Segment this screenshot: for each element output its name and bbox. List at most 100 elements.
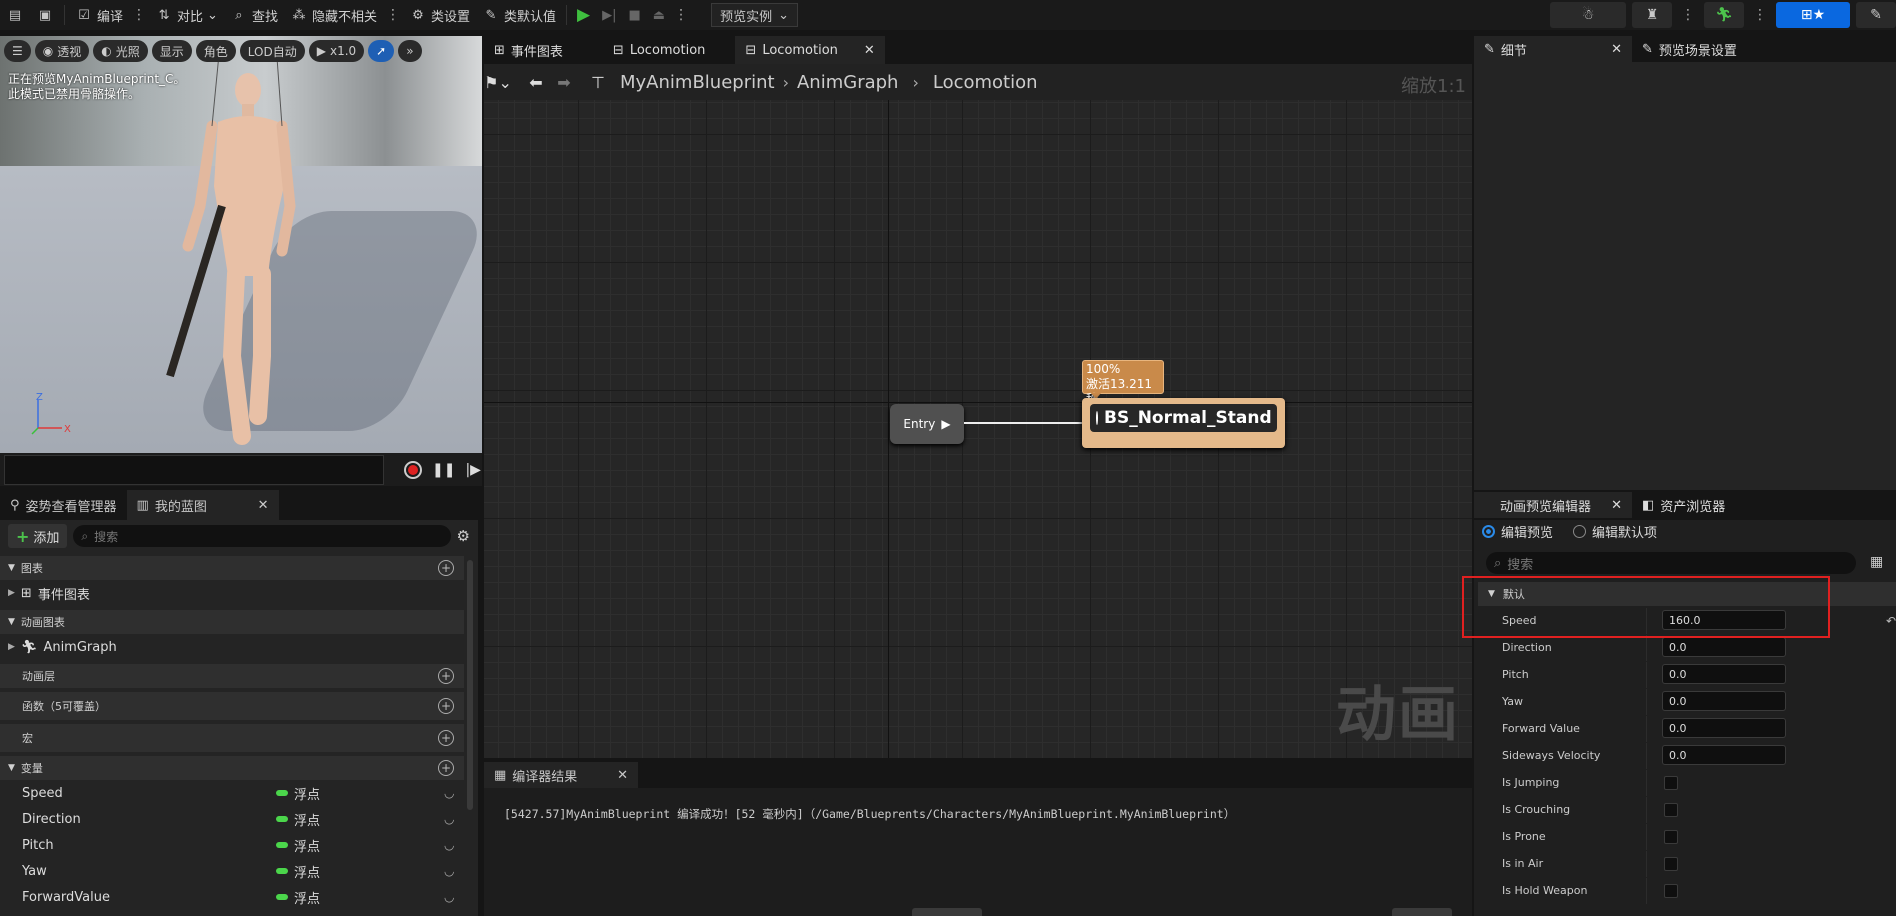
- lighting-button[interactable]: ◐ 光照: [93, 40, 148, 62]
- hide-options-icon[interactable]: ⋮: [383, 7, 403, 23]
- tab-my-blueprint[interactable]: ▥ 我的蓝图 ✕: [126, 490, 279, 520]
- back-arrow-icon[interactable]: ⬅: [522, 73, 550, 92]
- property-checkbox[interactable]: [1664, 830, 1678, 844]
- page-button[interactable]: [912, 908, 982, 916]
- tab-locomotion-2[interactable]: ⊟ Locomotion ✕: [735, 36, 885, 64]
- eject-button[interactable]: ⏏: [647, 2, 671, 28]
- variable-type[interactable]: 浮点: [276, 810, 320, 829]
- entry-node[interactable]: Entry ▶: [890, 404, 964, 444]
- variable-type[interactable]: 浮点: [276, 888, 320, 907]
- compile-button[interactable]: ☑ 编译: [69, 2, 129, 28]
- property-value-input[interactable]: 0.0: [1662, 718, 1786, 738]
- property-checkbox[interactable]: [1664, 857, 1678, 871]
- scrollbar[interactable]: [467, 560, 473, 810]
- playback-speed-button[interactable]: ▶ x1.0: [308, 40, 365, 62]
- class-settings-button[interactable]: ⚙ 类设置: [403, 2, 476, 28]
- tab-details[interactable]: ✎ 细节 ✕: [1474, 36, 1632, 62]
- variable-row[interactable]: Yaw 浮点 ◡: [0, 858, 464, 884]
- variable-row[interactable]: ForwardValue 浮点 ◡: [0, 884, 464, 910]
- section-macros[interactable]: 宏 +: [0, 724, 464, 752]
- forward-arrow-icon[interactable]: ➡: [550, 73, 578, 92]
- lod-button[interactable]: LOD自动: [239, 40, 305, 62]
- stop-button[interactable]: ■: [622, 2, 646, 28]
- save-button[interactable]: ▤: [0, 2, 30, 28]
- property-value-input[interactable]: 0.0: [1662, 745, 1786, 765]
- property-checkbox[interactable]: [1664, 776, 1678, 790]
- hierarchy-icon[interactable]: ⊤: [584, 73, 612, 92]
- record-button[interactable]: [404, 460, 422, 479]
- play-button[interactable]: ▶: [571, 2, 596, 28]
- browse-button[interactable]: ▣: [30, 2, 60, 28]
- variable-type[interactable]: 浮点: [276, 784, 320, 803]
- perspective-button[interactable]: ◉ 透视: [34, 40, 90, 62]
- viewport-menu-button[interactable]: ☰: [4, 40, 31, 62]
- play-options-icon[interactable]: ⋮: [671, 7, 691, 23]
- variable-type[interactable]: 浮点: [276, 862, 320, 881]
- preview-instance-dropdown[interactable]: 预览实例 ⌄: [711, 3, 798, 27]
- hide-unrelated-button[interactable]: ⁂ 隐藏不相关: [284, 2, 383, 28]
- property-search-input[interactable]: ⌕ 搜索: [1486, 552, 1856, 574]
- mesh-options-icon[interactable]: ⋮: [1678, 7, 1698, 23]
- add-function-icon[interactable]: +: [438, 698, 454, 714]
- variable-row[interactable]: Pitch 浮点 ◡: [0, 832, 464, 858]
- add-button[interactable]: + 添加: [8, 524, 68, 548]
- clear-button[interactable]: [1392, 908, 1452, 916]
- add-variable-icon[interactable]: +: [438, 760, 454, 776]
- tab-anim-preview-editor[interactable]: 动画预览编辑器 ✕: [1474, 492, 1632, 518]
- eye-closed-icon[interactable]: ◡: [444, 838, 454, 852]
- add-layer-icon[interactable]: +: [438, 668, 454, 684]
- tab-event-graph[interactable]: ⊞ 事件图表: [484, 36, 573, 64]
- diff-button[interactable]: ⇅ 对比 ⌄: [149, 2, 224, 28]
- add-macro-icon[interactable]: +: [438, 730, 454, 746]
- graph-canvas[interactable]: ⚑⌄ ⬅ ➡ ⊤ MyAnimBlueprint › AnimGraph › L…: [484, 64, 1472, 758]
- find-button[interactable]: ⌕ 查找: [224, 2, 284, 28]
- list-item-anim-graph[interactable]: ▶ 🏃︎ AnimGraph: [0, 634, 464, 660]
- bookmark-icon[interactable]: ⚑⌄: [484, 73, 512, 92]
- radio-edit-preview[interactable]: 编辑预览: [1482, 522, 1553, 541]
- viewport-more-button[interactable]: »: [398, 40, 422, 62]
- exec-pin-icon[interactable]: ▶: [941, 417, 950, 431]
- animation-mode-button[interactable]: 🏃︎: [1704, 2, 1744, 28]
- character-button[interactable]: 角色: [195, 40, 236, 62]
- show-button[interactable]: 显示: [151, 40, 192, 62]
- tab-asset-browser[interactable]: ◧ 资产浏览器: [1632, 492, 1735, 518]
- table-view-icon[interactable]: ▦: [1870, 554, 1883, 570]
- section-variables[interactable]: ▼ 变量 +: [0, 756, 464, 780]
- section-graphs[interactable]: ▼ 图表 +: [0, 556, 464, 580]
- close-icon[interactable]: ✕: [1611, 42, 1622, 57]
- step-forward-button[interactable]: |▶: [465, 462, 480, 478]
- section-anim-layers[interactable]: 动画层 +: [0, 664, 464, 688]
- property-value-input[interactable]: 0.0: [1662, 664, 1786, 684]
- physics-mode-button[interactable]: ✎: [1856, 2, 1896, 28]
- breadcrumb-item[interactable]: MyAnimBlueprint: [620, 72, 775, 93]
- eye-closed-icon[interactable]: ◡: [444, 812, 454, 826]
- blueprint-mode-button[interactable]: ⊞★: [1776, 2, 1850, 28]
- close-icon[interactable]: ✕: [1611, 498, 1622, 513]
- close-icon[interactable]: ✕: [864, 43, 875, 58]
- tab-locomotion-1[interactable]: ⊟ Locomotion: [603, 36, 716, 64]
- pause-button[interactable]: ❚❚: [432, 462, 455, 478]
- add-graph-icon[interactable]: +: [438, 560, 454, 576]
- property-value-input[interactable]: 0.0: [1662, 691, 1786, 711]
- property-checkbox[interactable]: [1664, 803, 1678, 817]
- state-node[interactable]: BS_Normal_Stand: [1082, 398, 1285, 448]
- tab-preview-scene[interactable]: ✎ 预览场景设置: [1632, 36, 1747, 62]
- timeline-scrubber[interactable]: [4, 454, 384, 485]
- preview-viewport[interactable]: ☰ ◉ 透视 ◐ 光照 显示 角色 LOD自动 ▶ x1.0 ➚ » 正在预览MyAn…: [0, 36, 482, 453]
- animation-options-icon[interactable]: ⋮: [1750, 7, 1770, 23]
- variable-row[interactable]: Speed 浮点 ◡: [0, 780, 464, 806]
- blueprint-search-input[interactable]: ⌕ 搜索: [73, 525, 451, 547]
- select-tool-button[interactable]: ➚: [368, 40, 395, 62]
- close-icon[interactable]: ✕: [258, 498, 269, 513]
- class-defaults-button[interactable]: ✎ 类默认值: [476, 2, 562, 28]
- breadcrumb-item[interactable]: Locomotion: [933, 72, 1038, 93]
- reset-arrow-icon[interactable]: ↶: [1886, 614, 1896, 628]
- mesh-mode-button[interactable]: ♜: [1632, 2, 1672, 28]
- compile-options-icon[interactable]: ⋮: [129, 7, 149, 23]
- skeleton-mode-button[interactable]: ☃: [1550, 2, 1626, 28]
- variable-row[interactable]: Direction 浮点 ◡: [0, 806, 464, 832]
- eye-closed-icon[interactable]: ◡: [444, 890, 454, 904]
- close-icon[interactable]: ✕: [617, 768, 628, 783]
- list-item-event-graph[interactable]: ▶ ⊞ 事件图表: [0, 580, 464, 606]
- eye-closed-icon[interactable]: ◡: [444, 786, 454, 800]
